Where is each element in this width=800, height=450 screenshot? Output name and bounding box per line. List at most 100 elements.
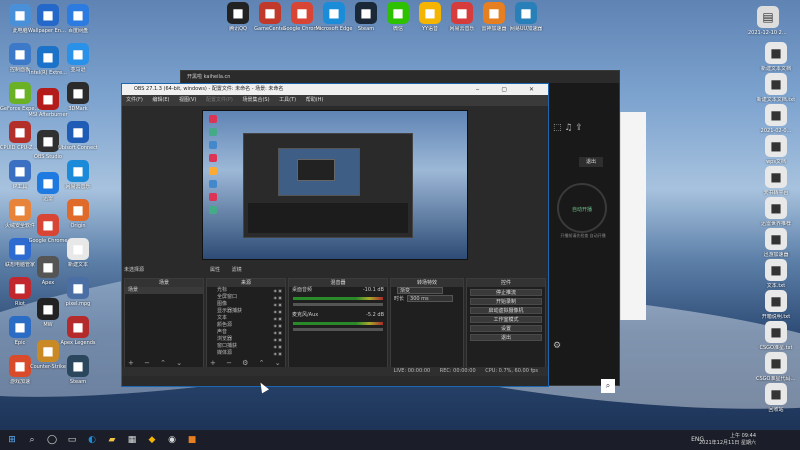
transition-duration[interactable]: 时长 300 ms: [391, 295, 463, 303]
exit-obs-button[interactable]: 退出: [470, 334, 542, 341]
source-item[interactable]: 声音: [207, 329, 285, 336]
desktop-shortcut[interactable]: ■ 新建文本文档.txt: [756, 73, 796, 103]
desktop-shortcut[interactable]: ■ 迅雷世界推荐: [756, 197, 796, 227]
menu-help[interactable]: 帮助(H): [306, 97, 324, 103]
origin-icon: ■: [67, 199, 89, 221]
desktop-shortcut[interactable]: ■ 文本.txt: [756, 259, 796, 289]
rec-status: REC: 00:00:00: [439, 368, 476, 374]
task-view-icon[interactable]: ◯: [46, 434, 58, 446]
mixer-dock: 混音器 桌面音频 -10.1 dB 麦克风/Aux -5.2 dB: [288, 278, 388, 370]
source-item[interactable]: 全屏窗口: [207, 294, 285, 301]
source-item[interactable]: 显示器捕获: [207, 308, 285, 315]
chat-icon: ■: [67, 43, 89, 65]
source-item[interactable]: 媒体源: [207, 350, 285, 357]
exit-button[interactable]: 退出: [579, 157, 603, 167]
shortcut-label: CSGO准星代码.txt: [756, 376, 796, 382]
desktop-shortcut[interactable]: ■ 3DMark: [58, 82, 98, 112]
chrome-icon: ■: [291, 2, 313, 24]
obs-window[interactable]: OBS 27.1.3 (64-bit, windows) - 配置文件: 未命名…: [121, 83, 549, 387]
desktop-shortcut[interactable]: ■ wps文档: [756, 135, 796, 165]
controls-title: 控件: [467, 279, 545, 287]
app-icon: ■: [765, 197, 787, 219]
mixer-track-mic: 麦克风/Aux -5.2 dB: [292, 312, 384, 318]
sources-title: 来源: [207, 279, 285, 287]
desktop-shortcut[interactable]: ■ pixel.mpg: [58, 277, 98, 307]
desktop-shortcut[interactable]: ■ 亚马逊: [58, 43, 98, 73]
wechat-icon: ■: [387, 2, 409, 24]
file-icon: ■: [765, 42, 787, 64]
toolbar-icons[interactable]: ⬚ ♫ ⇪: [553, 123, 583, 133]
menu-view[interactable]: 视图(V): [179, 97, 196, 103]
desktop-shortcut[interactable]: ■ CSGO准星.txt: [756, 321, 796, 351]
app-icon[interactable]: ◆: [146, 434, 158, 446]
3dmark-icon: ■: [67, 82, 89, 104]
filters-tab[interactable]: 滤镜: [232, 267, 242, 273]
scenes-dock: 场景 场景 + − ⌃ ⌄: [124, 278, 204, 370]
search-icon[interactable]: ⌕: [601, 379, 615, 393]
menu-tools[interactable]: 工具(T): [279, 97, 296, 103]
datetime-file[interactable]: ▤ 2021-12-10 21-52-17_...: [748, 6, 788, 36]
desktop-shortcut[interactable]: ■ Steam: [58, 355, 98, 385]
scene-item[interactable]: 场景: [125, 287, 203, 294]
taskbar: ⊞ ⌕ ◯ ▭ ◐ ▰ ▦ ◆ ◉ ■ ENG 上午 09:44 2021年12…: [0, 430, 800, 450]
source-item[interactable]: 窗口捕获: [207, 343, 285, 350]
volume-slider[interactable]: [293, 328, 383, 331]
menu-profile[interactable]: 配置文件(P): [206, 97, 233, 103]
menu-file[interactable]: 文件(F): [126, 97, 143, 103]
studio-mode-button[interactable]: 工作室模式: [470, 316, 542, 323]
shortcut-label: 开箱说明.txt: [761, 314, 791, 320]
desktop-shortcut[interactable]: ■ 百度网盘: [58, 4, 98, 34]
apex-icon: ■: [37, 256, 59, 278]
source-item[interactable]: 文本: [207, 315, 285, 322]
shortcut-label: Steam: [69, 379, 87, 385]
shortcut-label: 3DMark: [68, 106, 88, 112]
desktop-shortcut[interactable]: ■ CSGO准星代码.txt: [756, 352, 796, 382]
preview-canvas[interactable]: [202, 110, 468, 260]
desktop-shortcut[interactable]: ■ Ubisoft Connect: [58, 121, 98, 151]
store-icon[interactable]: ▦: [126, 434, 138, 446]
desktop-shortcut[interactable]: ■ 天书转平台: [756, 166, 796, 196]
windows-start-icon[interactable]: ⊞: [6, 434, 18, 446]
desktop-shortcut[interactable]: ■ 网易UU加速器: [506, 2, 546, 32]
folder-icon[interactable]: ▰: [106, 434, 118, 446]
taskview-icon[interactable]: ▭: [66, 434, 78, 446]
edge-icon[interactable]: ◐: [86, 434, 98, 446]
window-controls[interactable]: ‒ ▢ ✕: [476, 84, 544, 95]
start-recording-button[interactable]: 开始录制: [470, 298, 542, 305]
preview-nested-obs: [243, 133, 413, 238]
desktop-shortcut[interactable]: ■ 开箱说明.txt: [756, 290, 796, 320]
shortcut-label: 2021-02-0...: [760, 128, 792, 134]
source-item[interactable]: 光标: [207, 287, 285, 294]
source-tabs: 属性 滤镜: [210, 266, 252, 273]
stop-streaming-button[interactable]: 停止推流: [470, 289, 542, 296]
scene-toolbar[interactable]: + − ⌃ ⌄: [128, 359, 186, 367]
search-icon[interactable]: ⌕: [26, 434, 38, 446]
source-item[interactable]: 浏览器: [207, 336, 285, 343]
window-title: OBS 27.1.3 (64-bit, windows) - 配置文件: 未命名…: [134, 86, 284, 92]
desktop-shortcut[interactable]: ■ 网易云音乐: [58, 160, 98, 190]
clock[interactable]: 上午 09:44 2021年12月11日 星期六: [699, 433, 756, 447]
app-icon[interactable]: ■: [186, 434, 198, 446]
source-item[interactable]: 图像: [207, 301, 285, 308]
settings-icon[interactable]: ⚙: [553, 341, 561, 351]
settings-button[interactable]: 设置: [470, 325, 542, 332]
desktop-shortcut[interactable]: ■ 新建文本文档: [756, 42, 796, 72]
menu-scene-collection[interactable]: 场景集合(S): [242, 97, 269, 103]
menu-edit[interactable]: 编辑(E): [152, 97, 169, 103]
desktop-shortcut[interactable]: ■ 回收站: [756, 383, 796, 413]
desktop-shortcut[interactable]: ■ 新建文本: [58, 238, 98, 268]
properties-tab[interactable]: 属性: [210, 267, 220, 273]
source-item[interactable]: 颜色源: [207, 322, 285, 329]
obs-taskbar-icon[interactable]: ◉: [166, 434, 178, 446]
volume-slider[interactable]: [293, 303, 383, 306]
desktop-shortcut[interactable]: ■ Origin: [58, 199, 98, 229]
desktop-shortcut[interactable]: ■ 迅游加速器: [756, 228, 796, 258]
chrome-icon: ■: [37, 214, 59, 236]
source-toolbar[interactable]: + − ⚙ ⌃ ⌄: [210, 359, 285, 367]
record-button[interactable]: 自动开播: [557, 183, 607, 233]
virtual-camera-button[interactable]: 启动虚拟摄像机: [470, 307, 542, 314]
desktop-shortcut[interactable]: ■ 2021-02-0...: [756, 104, 796, 134]
video-icon: ■: [67, 277, 89, 299]
desktop-shortcut[interactable]: ■ Apex Legends: [58, 316, 98, 346]
transition-select[interactable]: 渐变: [391, 287, 463, 295]
